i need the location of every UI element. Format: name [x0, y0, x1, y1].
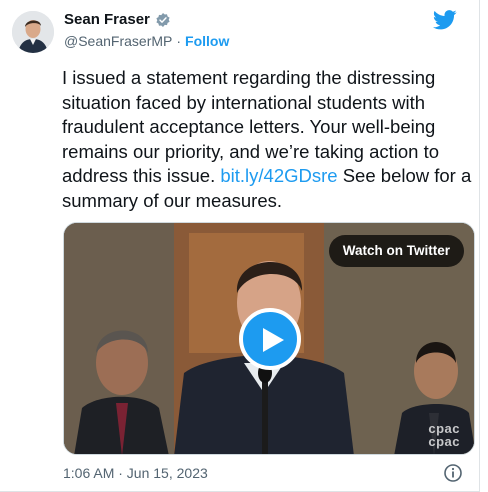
tweet-text: I issued a statement regarding the distr… — [62, 66, 472, 213]
avatar[interactable] — [12, 11, 54, 53]
info-icon[interactable] — [443, 463, 463, 483]
author-handle[interactable]: @SeanFraserMP — [64, 33, 172, 49]
twitter-bird-icon[interactable] — [432, 9, 457, 31]
cpac-watermark: cpac cpac — [428, 422, 460, 448]
video-player[interactable]: Watch on Twitter cpac cpac — [63, 222, 475, 455]
play-button[interactable] — [239, 308, 301, 370]
follow-button[interactable]: Follow — [185, 33, 229, 49]
play-icon — [263, 328, 284, 352]
watermark-line-2: cpac — [428, 434, 460, 449]
verified-badge-icon — [155, 12, 171, 28]
tweet-timestamp[interactable]: 1:06 AM · Jun 15, 2023 — [63, 465, 208, 481]
handle-separator: · — [176, 33, 182, 49]
author-name[interactable]: Sean Fraser — [64, 11, 150, 28]
tweet-card: Sean Fraser @SeanFraserMP · Follow I iss… — [0, 0, 480, 492]
tweet-link[interactable]: bit.ly/42GDsre — [220, 165, 337, 186]
watch-on-twitter-button[interactable]: Watch on Twitter — [328, 235, 464, 267]
